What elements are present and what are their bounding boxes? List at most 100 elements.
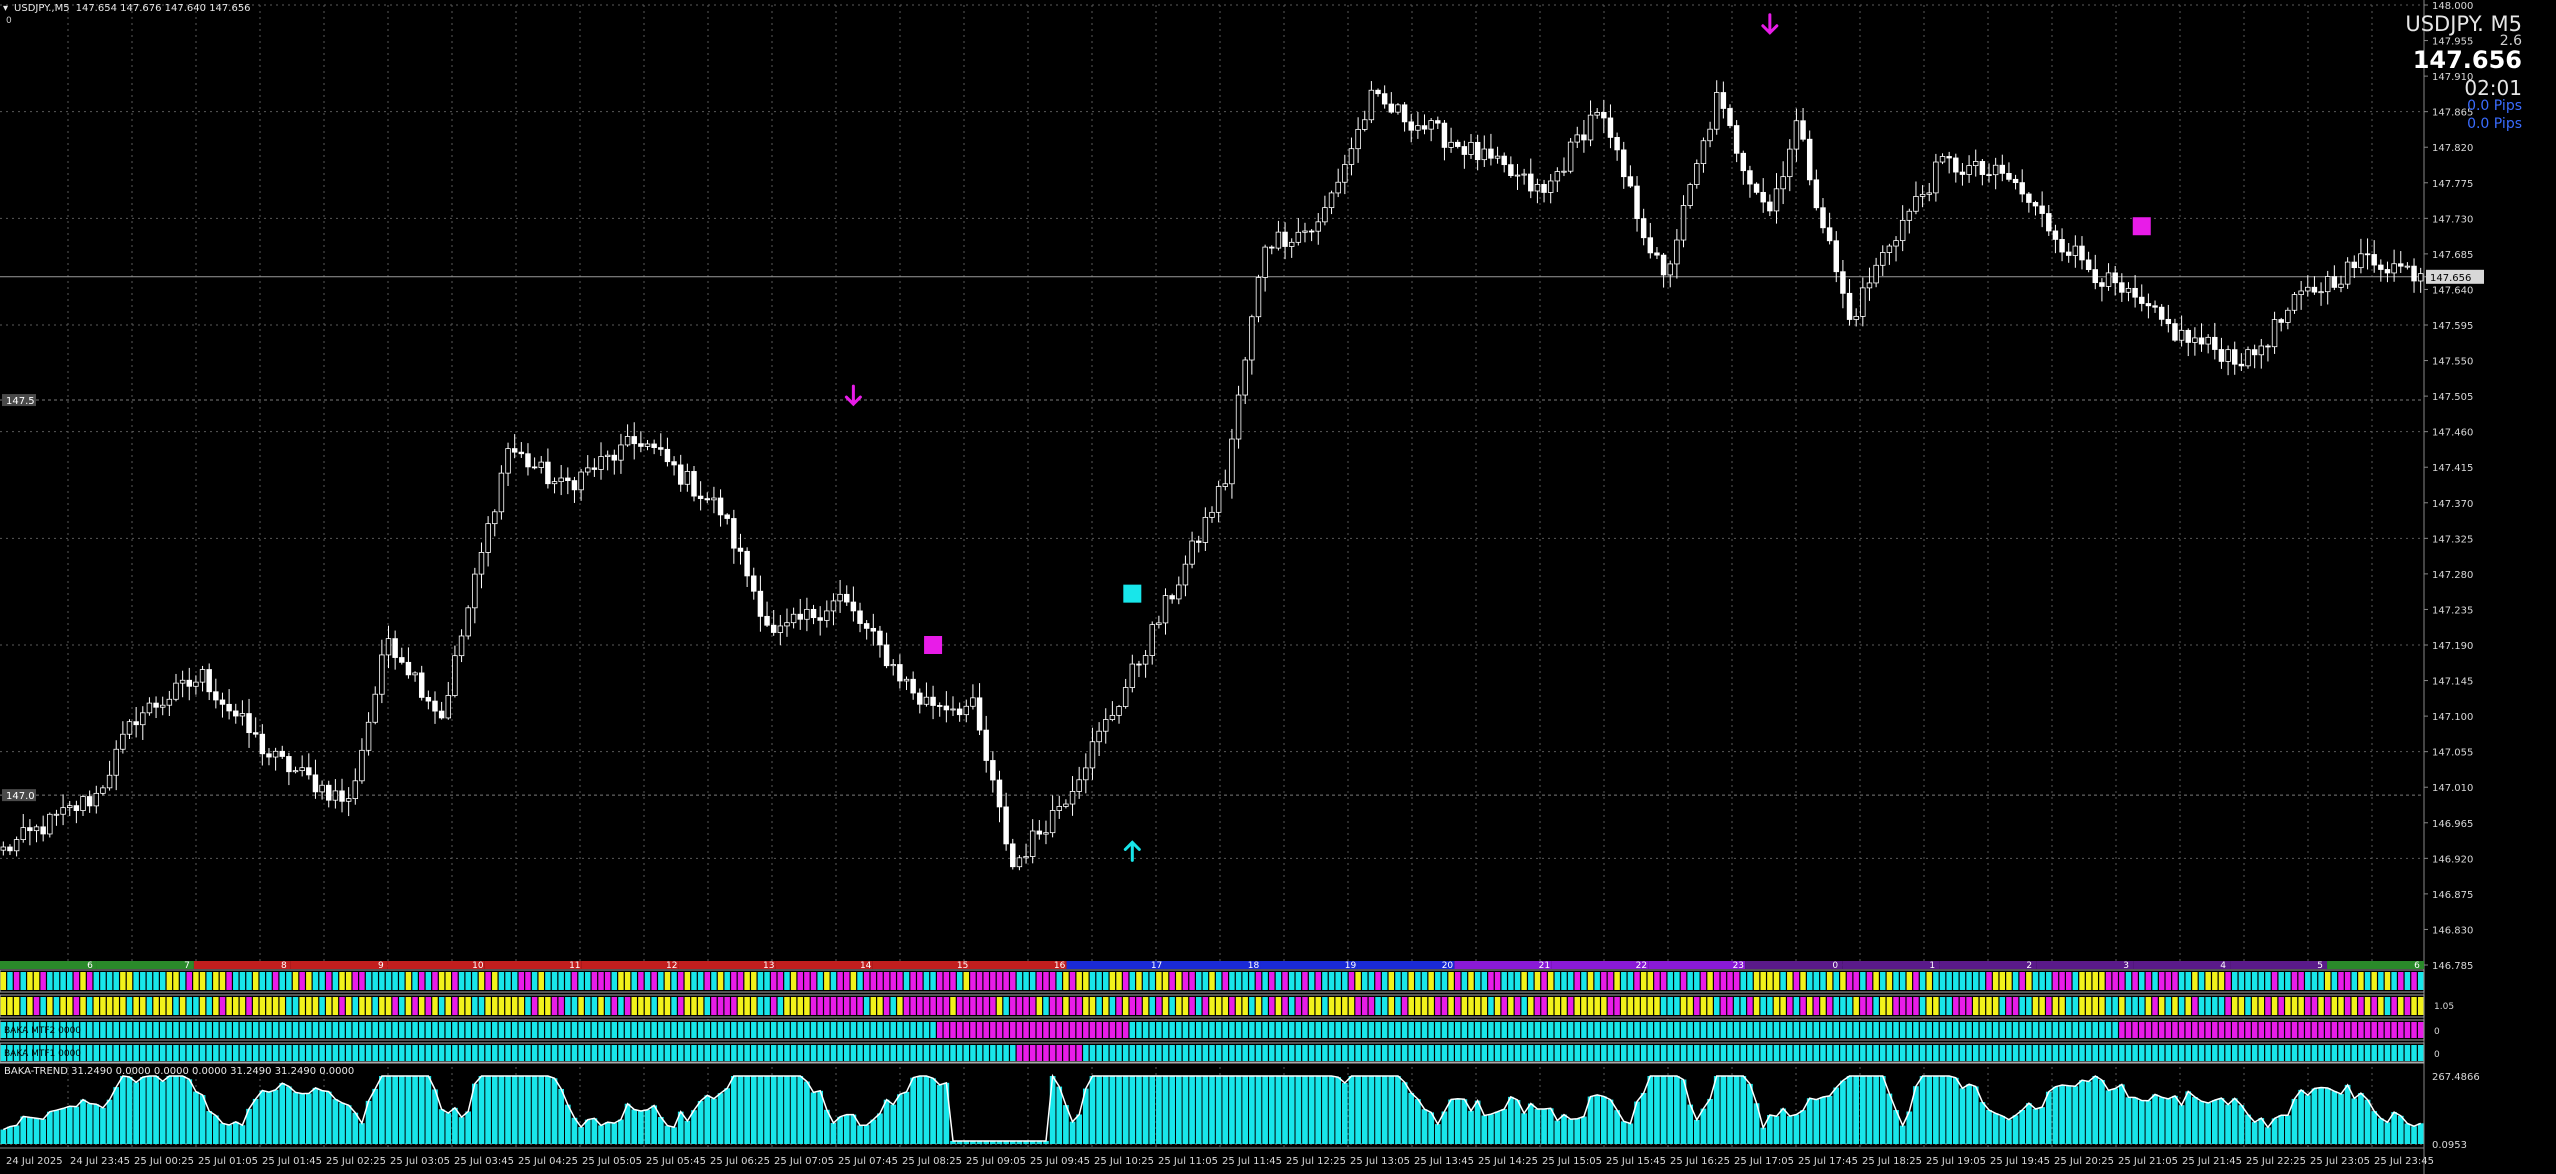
candle-bear <box>2371 254 2377 266</box>
indicator-cell <box>2404 1045 2411 1061</box>
indicator-cell <box>1747 972 1753 990</box>
candle-bear <box>677 464 684 485</box>
candle-bear <box>2232 349 2238 365</box>
indicator-cell <box>538 1045 544 1061</box>
candle-bear <box>810 608 817 619</box>
indicator-cell <box>1435 1045 1441 1061</box>
indicator-cell <box>1242 1045 1248 1061</box>
indicator-cell <box>2165 1022 2172 1038</box>
indicator-cell <box>850 997 857 1015</box>
indicator-cell <box>246 997 252 1015</box>
indicator-cell <box>737 1022 744 1038</box>
trend-bar <box>1727 1076 1733 1144</box>
indicator-cell <box>219 997 226 1015</box>
indicator-cell <box>551 972 558 990</box>
session-segment <box>2133 961 2231 969</box>
indicator-cell <box>1913 1045 1919 1061</box>
price-tick-label: 147.505 <box>2432 392 2473 403</box>
indicator-cell <box>2232 972 2238 990</box>
indicator-cell <box>2192 997 2198 1015</box>
indicator-cell <box>1873 972 1879 990</box>
indicator-cell <box>558 1022 564 1038</box>
trend-bar <box>651 1105 657 1144</box>
indicator-cell <box>1654 1022 1660 1038</box>
session-segment <box>1357 961 1455 969</box>
candle-bull <box>2305 286 2311 292</box>
indicator-cell <box>863 1022 870 1038</box>
indicator-cell <box>1707 997 1713 1015</box>
candle-bear <box>339 790 345 802</box>
indicator-cell <box>1096 1045 1102 1061</box>
candle-bear <box>797 613 803 620</box>
indicator-cell <box>2052 1022 2059 1038</box>
indicator-cell <box>2165 1045 2172 1061</box>
indicator-cell <box>1043 972 1049 990</box>
trend-bar <box>1488 1114 1494 1144</box>
indicator-cell <box>1295 1045 1302 1061</box>
trend-bar <box>33 1118 40 1144</box>
indicator-cell <box>206 1022 212 1038</box>
indicator-cell <box>2384 972 2391 990</box>
candle-bull <box>272 750 279 758</box>
indicator-cell <box>1826 972 1833 990</box>
indicator-cell <box>1488 1022 1494 1038</box>
trend-bar <box>1375 1076 1381 1144</box>
time-tick-label: 25 Jul 13:05 <box>1350 1156 1410 1167</box>
indicator-cell <box>2364 972 2371 990</box>
indicator-cell <box>2145 972 2152 990</box>
candle-bull <box>372 693 378 723</box>
price-chart[interactable]: 147.5147.0 148.000147.955147.910147.8651… <box>0 0 2556 1174</box>
trend-bar <box>1169 1076 1175 1144</box>
price-tick-label: 146.785 <box>2432 961 2473 972</box>
indicator-cell <box>717 1022 724 1038</box>
indicator-cell <box>93 997 100 1015</box>
indicator-cell <box>1249 1045 1255 1061</box>
trend-bar <box>2158 1097 2165 1144</box>
indicator-cell <box>671 972 677 990</box>
candle-bear <box>2046 213 2052 232</box>
indicator-cell <box>658 1045 664 1061</box>
candle-bear <box>1820 207 1826 229</box>
indicator-cell <box>239 1045 246 1061</box>
candle-bull <box>412 672 418 676</box>
indicator-cell <box>1979 1045 1986 1061</box>
indicator-cell <box>2172 1045 2178 1061</box>
indicator-cell <box>432 972 438 990</box>
candle-bull <box>2285 309 2291 323</box>
indicator-cell <box>405 1045 412 1061</box>
indicator-cell <box>1195 997 1202 1015</box>
indicator-cell <box>452 997 458 1015</box>
indicator-cell <box>2006 1045 2012 1061</box>
indicator-cell <box>452 1022 458 1038</box>
indicator-cell <box>1581 1045 1587 1061</box>
indicator-cell <box>2039 1045 2045 1061</box>
trend-bar <box>1461 1099 1468 1144</box>
indicator-cell <box>857 1022 863 1038</box>
trend-bar <box>764 1076 770 1144</box>
indicator-cell <box>478 1022 485 1038</box>
indicator-cell <box>2278 997 2284 1015</box>
indicator-cell <box>824 972 830 990</box>
candle-bull <box>1680 205 1687 241</box>
indicator-cell <box>2311 997 2318 1015</box>
indicator-cell <box>1800 997 1806 1015</box>
candle-bull <box>385 638 392 656</box>
indicator-cell <box>917 1022 923 1038</box>
price-tick-label: 147.640 <box>2432 285 2473 296</box>
indicator-cell <box>1342 1022 1348 1038</box>
indicator-cell <box>1541 1045 1547 1061</box>
indicator-cell <box>1886 997 1893 1015</box>
indicator-cell <box>1162 1022 1169 1038</box>
indicator-cell <box>2291 972 2298 990</box>
indicator-cell <box>2085 997 2092 1015</box>
indicator-cell <box>80 1045 86 1061</box>
indicator-cell <box>2364 997 2371 1015</box>
indicator-cell <box>379 997 385 1015</box>
indicator-cell <box>1408 1022 1414 1038</box>
candle-bull <box>505 448 511 474</box>
indicator-cell <box>2046 997 2052 1015</box>
candle-bear <box>2251 349 2258 356</box>
trend-bar <box>1209 1076 1215 1144</box>
indicator-cell <box>1116 1045 1122 1061</box>
indicator-cell <box>1308 1022 1315 1038</box>
